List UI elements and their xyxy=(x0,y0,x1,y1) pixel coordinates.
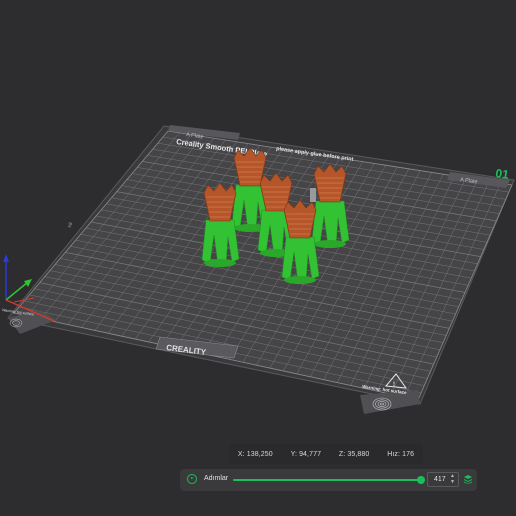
speed-readout: Hız: 176 xyxy=(387,450,415,458)
support-structure xyxy=(311,200,350,247)
steps-label: Adımlar xyxy=(204,475,229,482)
plate-number: 01 xyxy=(495,166,510,182)
y-coordinate: Y: 94,777 xyxy=(290,450,322,458)
step-value-input[interactable]: 417 ▲ ▼ xyxy=(427,472,459,487)
x-coordinate: X: 138,250 xyxy=(237,450,273,458)
printed-model xyxy=(281,199,320,284)
support-structure xyxy=(281,236,320,283)
steps-slider[interactable] xyxy=(233,476,425,484)
printed-model xyxy=(201,182,240,267)
layer-slider-panel: Adımlar 417 ▲ ▼ xyxy=(180,469,477,491)
coordinate-readout: X: 138,250 Y: 94,777 Z: 35,880 Hız: 176 xyxy=(229,444,423,464)
printed-model xyxy=(311,163,350,248)
support-base xyxy=(314,240,346,248)
play-icon[interactable] xyxy=(187,474,197,484)
svg-text:!: ! xyxy=(393,382,395,388)
slider-fill xyxy=(233,479,421,481)
support-base xyxy=(284,276,316,284)
step-value: 417 xyxy=(434,476,446,483)
support-base xyxy=(204,259,236,267)
prime-tower xyxy=(310,188,316,202)
z-coordinate: Z: 35,880 xyxy=(338,450,370,458)
slider-handle[interactable] xyxy=(417,476,425,484)
support-structure xyxy=(201,219,240,266)
plate-corner-label: x8 xyxy=(67,221,75,229)
step-spinner[interactable]: ▲ ▼ xyxy=(450,473,455,485)
build-plate-scene: A Plate A Plate Creality Smooth PEI Plat… xyxy=(2,125,515,414)
3d-viewport[interactable]: A Plate A Plate Creality Smooth PEI Plat… xyxy=(0,0,516,516)
layers-icon[interactable] xyxy=(464,475,472,484)
